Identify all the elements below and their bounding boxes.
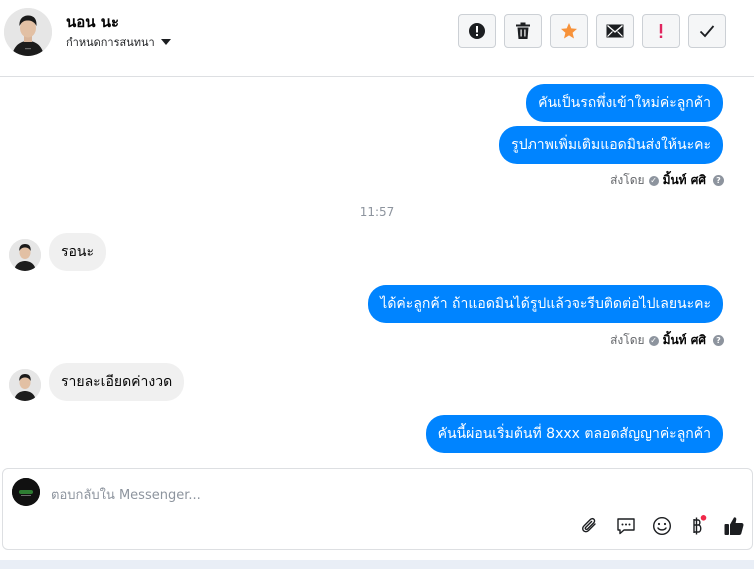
check-icon xyxy=(699,25,715,38)
delete-button[interactable] xyxy=(504,14,542,48)
sent-by-label: ส่งโดย xyxy=(610,333,645,347)
verified-check-icon: ✓ xyxy=(648,175,659,186)
sent-by-label: ส่งโดย xyxy=(610,173,645,187)
exclamation-icon xyxy=(659,24,663,38)
caret-down-icon xyxy=(160,39,171,45)
emoji-icon xyxy=(652,516,672,536)
verified-check-icon: ✓ xyxy=(648,335,659,346)
like-icon xyxy=(724,517,744,535)
star-icon xyxy=(561,23,577,39)
attachment-icon xyxy=(582,517,596,533)
attachment-button[interactable] xyxy=(578,514,602,538)
like-button[interactable] xyxy=(722,514,746,538)
conversation-header: นอน นะ กำหนดการสนทนา xyxy=(0,0,754,77)
message-incoming[interactable]: รายละเอียดค่างวด xyxy=(49,363,185,401)
reply-input[interactable]: ตอบกลับใน Messenger... xyxy=(51,484,201,505)
baht-icon xyxy=(693,515,707,535)
conversation-setting-label: กำหนดการสนทนา xyxy=(66,36,155,49)
message-outgoing[interactable]: ได้ค่ะลูกค้า ถ้าแอดมินได้รูปแล้วจะรีบติด… xyxy=(368,285,723,323)
message-outgoing[interactable]: รูปภาพเพิ่มเติมแอดมินส่งให้นะคะ xyxy=(499,126,723,164)
mail-button[interactable] xyxy=(596,14,634,48)
saved-reply-button[interactable] xyxy=(614,514,638,538)
trash-icon xyxy=(516,22,530,39)
spam-button[interactable] xyxy=(642,14,680,48)
page-avatar xyxy=(12,478,40,506)
bottom-strip xyxy=(0,560,754,569)
message-incoming[interactable]: รอนะ xyxy=(49,233,107,271)
payment-button[interactable] xyxy=(686,514,710,538)
composer-actions xyxy=(578,514,746,538)
time-separator: 11:57 xyxy=(359,205,395,219)
star-button[interactable] xyxy=(550,14,588,48)
alert-button[interactable] xyxy=(458,14,496,48)
message-outgoing[interactable]: คันเป็นรถพึ่งเข้าใหม่ค่ะลูกค้า xyxy=(526,84,723,122)
conversation-toolbar xyxy=(458,14,726,48)
help-icon[interactable]: ? xyxy=(713,335,724,346)
reply-composer: ตอบกลับใน Messenger... xyxy=(2,468,753,550)
sent-by-info: ส่งโดย ✓ มิ้นท์ ศศิ ? xyxy=(610,331,724,350)
message-outgoing[interactable]: คันนี้ผ่อนเริ่มต้นที่ 8xxx ตลอดสัญญาค่ะล… xyxy=(425,415,723,453)
contact-avatar-small[interactable] xyxy=(9,239,41,271)
sender-name[interactable]: มิ้นท์ ศศิ xyxy=(663,171,706,190)
alert-icon xyxy=(469,23,485,39)
emoji-button[interactable] xyxy=(650,514,674,538)
mail-icon xyxy=(606,24,624,38)
contact-avatar-small[interactable] xyxy=(9,369,41,401)
saved-reply-icon xyxy=(617,518,635,535)
conversation-setting-dropdown[interactable]: กำหนดการสนทนา xyxy=(66,33,171,51)
sent-by-info: ส่งโดย ✓ มิ้นท์ ศศิ ? xyxy=(610,171,724,190)
contact-name[interactable]: นอน นะ xyxy=(66,10,119,34)
message-thread[interactable]: คันเป็นรถพึ่งเข้าใหม่ค่ะลูกค้า รูปภาพเพิ… xyxy=(0,77,754,465)
help-icon[interactable]: ? xyxy=(713,175,724,186)
sender-name[interactable]: มิ้นท์ ศศิ xyxy=(663,331,706,350)
contact-avatar[interactable] xyxy=(4,8,52,56)
done-button[interactable] xyxy=(688,14,726,48)
